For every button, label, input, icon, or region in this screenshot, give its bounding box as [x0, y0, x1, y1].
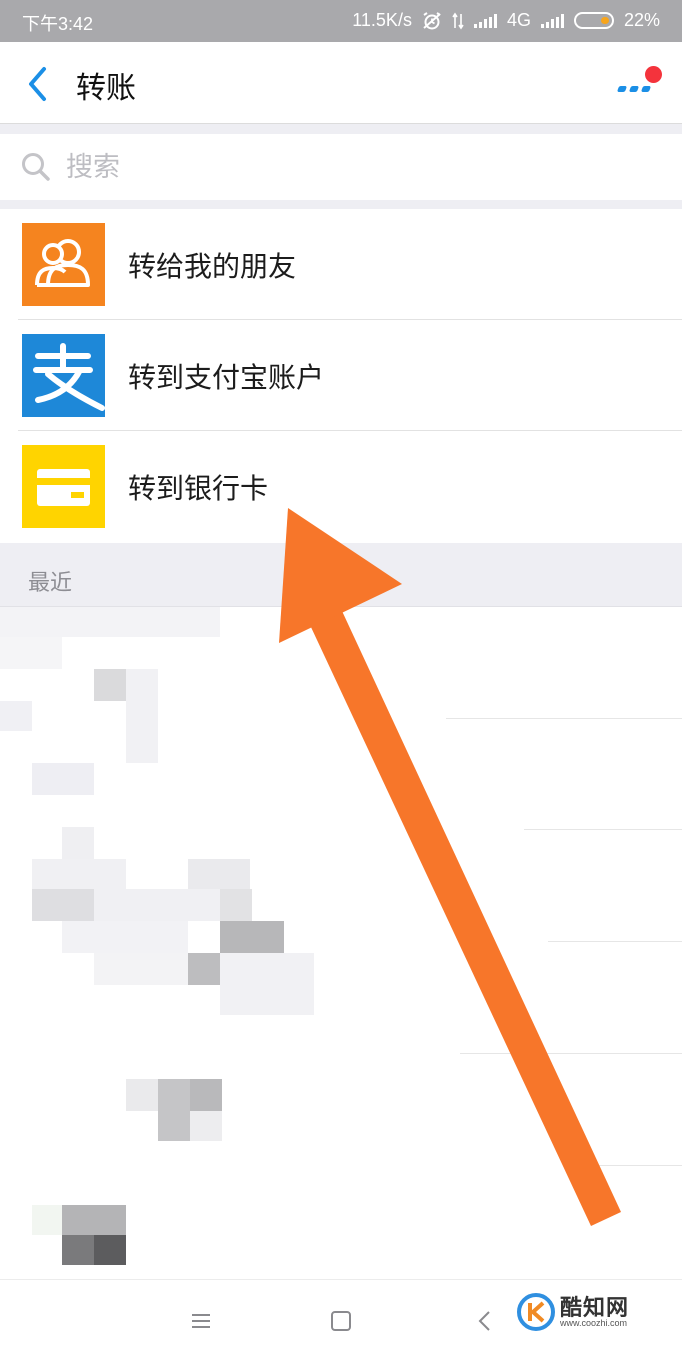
home-icon: [331, 1311, 351, 1331]
blurred-content: [220, 889, 252, 921]
menu-icon: [192, 1314, 210, 1328]
row-divider: [568, 1165, 682, 1166]
blurred-content: [220, 953, 314, 1015]
chevron-left-icon: [29, 67, 46, 101]
back-icon: [478, 1311, 490, 1331]
alipay-icon: [22, 334, 105, 417]
network-speed: 11.5K/s: [352, 10, 412, 30]
divider-strip-2: [0, 200, 682, 209]
section-header-recent: 最近: [0, 543, 682, 607]
blurred-content: [62, 827, 94, 859]
blurred-content: [94, 953, 188, 985]
blurred-content: [32, 859, 126, 889]
status-icons: 11.5K/s 4G 22%: [352, 10, 660, 31]
menu-item-transfer-friend[interactable]: 转给我的朋友: [0, 209, 682, 320]
search-icon: [22, 153, 50, 181]
back-button[interactable]: [22, 64, 58, 104]
blurred-content: [62, 921, 188, 953]
blurred-content: [190, 1079, 222, 1111]
blurred-content: [190, 1111, 222, 1141]
menu-nav-button[interactable]: [186, 1306, 216, 1336]
blurred-content: [94, 1235, 126, 1265]
row-divider: [524, 829, 682, 830]
notification-dot: [645, 66, 662, 83]
blurred-content: [158, 1079, 190, 1141]
row-divider: [548, 941, 682, 942]
blurred-content: [32, 763, 94, 795]
blurred-content: [94, 669, 126, 701]
home-nav-button[interactable]: [326, 1306, 356, 1336]
page-title: 转账: [76, 71, 136, 106]
blurred-content: [188, 953, 220, 985]
row-divider: [460, 1053, 682, 1054]
blurred-content: [220, 921, 284, 953]
recent-contacts-list[interactable]: [0, 607, 682, 1279]
friends-icon: [22, 223, 105, 306]
battery-icon: [573, 12, 614, 29]
menu-item-label: 转到银行卡: [128, 472, 269, 505]
blurred-content: [126, 1079, 158, 1111]
blurred-content: [0, 607, 220, 637]
blurred-content: [188, 859, 250, 889]
section-title: 最近: [28, 571, 73, 596]
signal-icon: [473, 13, 497, 28]
blurred-content: [0, 637, 62, 669]
blurred-content: [62, 1235, 94, 1265]
more-icon: [616, 86, 652, 92]
menu-item-label: 转到支付宝账户: [128, 361, 325, 394]
coozhi-logo-icon: [517, 1293, 555, 1331]
more-button[interactable]: [616, 62, 662, 106]
battery-percent: 22%: [623, 10, 660, 30]
menu-item-transfer-bank-card[interactable]: 转到银行卡: [0, 431, 682, 542]
watermark: 酷知网 www.coozhi.com: [516, 1288, 666, 1340]
data-transfer-icon: [452, 12, 464, 29]
back-nav-button[interactable]: [470, 1306, 500, 1336]
watermark-site: www.coozhi.com: [560, 1318, 628, 1328]
row-divider: [446, 718, 682, 719]
status-time: 下午3:42: [22, 14, 94, 34]
blurred-content: [0, 701, 32, 731]
title-bar: 转账: [0, 42, 682, 124]
search-bar[interactable]: [0, 134, 682, 200]
signal-icon-2: [540, 13, 564, 28]
alarm-icon: [423, 11, 441, 29]
menu-item-transfer-alipay[interactable]: 转到支付宝账户: [0, 320, 682, 431]
search-input[interactable]: [66, 146, 646, 188]
blurred-content: [94, 889, 220, 921]
menu-item-label: 转给我的朋友: [128, 250, 297, 283]
blurred-content: [62, 1205, 126, 1235]
network-type: 4G: [506, 10, 531, 30]
blurred-content: [32, 1205, 64, 1235]
divider-strip: [0, 124, 682, 134]
blurred-content: [126, 669, 158, 763]
bank-card-icon: [22, 445, 105, 528]
blurred-content: [32, 889, 94, 921]
status-bar: 下午3:42 11.5K/s 4G 22%: [0, 0, 682, 42]
